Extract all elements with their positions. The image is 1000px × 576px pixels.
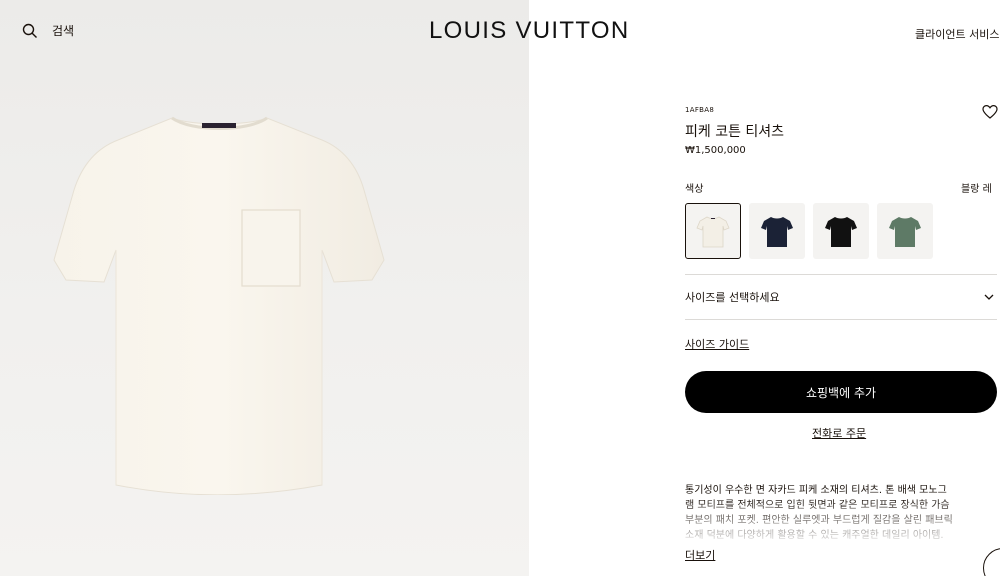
description-line: 통기성이 우수한 면 자카드 피케 소재의 티셔츠. 톤 배색 모노그 — [685, 485, 947, 496]
size-select[interactable]: 사이즈를 선택하세요 — [685, 275, 997, 319]
add-to-bag-button[interactable]: 쇼핑백에 추가 — [685, 371, 997, 413]
swatch-black[interactable] — [813, 203, 869, 259]
color-label: 색상 — [685, 184, 704, 195]
description-line: 부분의 패치 포켓. 편안한 실루엣과 부드럽게 질감을 살린 패브릭 — [685, 515, 953, 526]
phone-order-link[interactable]: 전화로 주문 — [812, 425, 866, 441]
brand-logo[interactable]: LOUIS VUITTON — [429, 17, 629, 45]
search-button[interactable]: 검색 — [22, 22, 74, 39]
product-details: 1AFBA8 피케 코튼 티셔츠 ₩1,500,000 색상 블랑 레 사이즈를… — [685, 0, 1000, 576]
product-name: 피케 코튼 티셔츠 — [685, 124, 785, 140]
size-guide-link[interactable]: 사이즈 가이드 — [685, 336, 749, 352]
description-line: 소재 덕분에 다양하게 활용할 수 있는 캐주얼한 데일리 아이템. — [685, 530, 944, 541]
color-value: 블랑 레 — [961, 184, 992, 195]
product-image — [53, 116, 385, 495]
swatch-navy[interactable] — [749, 203, 805, 259]
chevron-down-icon — [983, 288, 997, 307]
read-more-link[interactable]: 더보기 — [685, 547, 715, 563]
swatch-green[interactable] — [877, 203, 933, 259]
description-line: 램 모티프를 전체적으로 입힌 뒷면과 같은 모티프로 장식한 가슴 — [685, 500, 950, 511]
product-price: ₩1,500,000 — [685, 145, 746, 156]
product-description: 통기성이 우수한 면 자카드 피케 소재의 티셔츠. 톤 배색 모노그 램 모티… — [685, 483, 999, 541]
search-label: 검색 — [52, 24, 75, 38]
product-image-pane — [0, 0, 529, 576]
swatch-white[interactable] — [685, 203, 741, 259]
product-sku: 1AFBA8 — [685, 106, 715, 114]
size-select-label: 사이즈를 선택하세요 — [685, 291, 780, 304]
color-swatches — [685, 203, 933, 259]
search-icon — [22, 23, 38, 39]
heart-icon[interactable] — [982, 104, 998, 120]
divider — [685, 319, 997, 320]
